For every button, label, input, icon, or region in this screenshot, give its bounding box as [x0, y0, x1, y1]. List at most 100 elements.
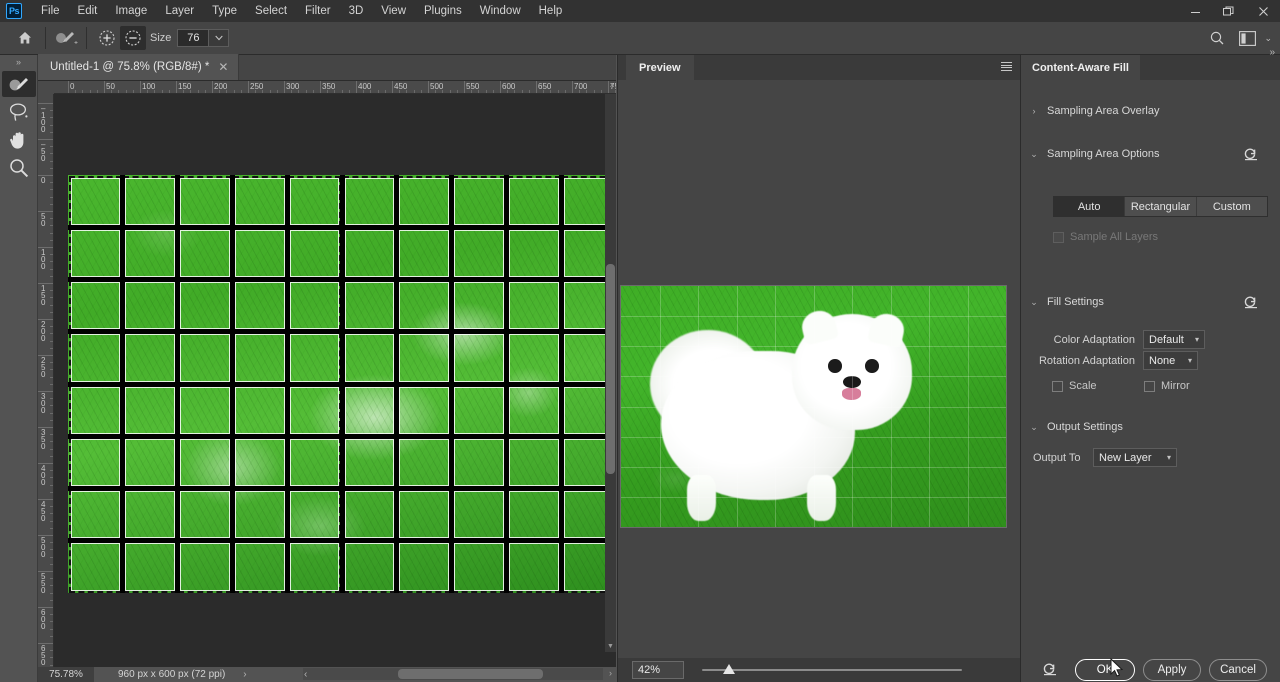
menu-filter[interactable]: Filter: [296, 0, 340, 22]
toolstrip-collapse-icon[interactable]: »: [0, 55, 37, 69]
sampling-brush-tool[interactable]: [2, 71, 36, 97]
brush-size-dropdown-icon[interactable]: [209, 29, 229, 47]
menu-plugins[interactable]: Plugins: [415, 0, 471, 22]
artboard[interactable]: [68, 175, 616, 593]
chevron-right-icon[interactable]: ›: [1021, 106, 1047, 116]
selection-cell: [454, 387, 504, 434]
status-collapse-icon[interactable]: ‹: [304, 669, 307, 680]
panel-menu-icon[interactable]: [1001, 62, 1012, 71]
workspace-icon[interactable]: [1234, 26, 1260, 50]
chevron-down-icon[interactable]: ⌄: [1021, 422, 1047, 433]
menu-window[interactable]: Window: [471, 0, 530, 22]
scale-row[interactable]: Scale: [1052, 380, 1097, 392]
chevron-down-icon[interactable]: ▾: [1195, 335, 1199, 344]
sample-all-layers-row[interactable]: Sample All Layers: [1053, 231, 1158, 243]
cancel-button[interactable]: Cancel: [1209, 659, 1267, 681]
ok-button[interactable]: OK: [1075, 659, 1135, 681]
output-to-select[interactable]: New Layer ▾: [1093, 448, 1177, 467]
scrollbar-thumb[interactable]: [398, 669, 543, 679]
slider-knob[interactable]: [723, 664, 735, 674]
caf-footer: OK Apply Cancel: [1021, 657, 1280, 682]
menu-type[interactable]: Type: [203, 0, 246, 22]
document-tab[interactable]: Untitled-1 @ 75.8% (RGB/8#) * ✕: [38, 54, 239, 80]
canvas-viewport[interactable]: [54, 94, 616, 667]
ruler-minor-tick: [50, 413, 53, 414]
tab-content-aware-fill[interactable]: Content-Aware Fill: [1021, 55, 1140, 80]
canvas-horizontal-scrollbar[interactable]: [303, 668, 603, 680]
selection-cell: [454, 491, 504, 538]
preview-image[interactable]: [620, 285, 1007, 528]
color-adaptation-select[interactable]: Default ▾: [1143, 330, 1205, 349]
ruler-minor-tick: [50, 153, 53, 154]
workspace-chevron-down-icon[interactable]: ⌄: [1264, 33, 1274, 44]
mirror-checkbox[interactable]: [1144, 381, 1155, 392]
brush-size-input[interactable]: 76: [177, 29, 209, 47]
reset-icon[interactable]: [1243, 295, 1259, 309]
ruler-minor-tick: [313, 90, 314, 93]
menu-3d[interactable]: 3D: [340, 0, 373, 22]
ruler-minor-tick: [190, 90, 191, 93]
chevron-down-icon[interactable]: ▾: [1188, 356, 1192, 365]
preview-zoom-input[interactable]: 42%: [632, 661, 684, 679]
selection-cell: [509, 334, 559, 381]
zoom-level-field[interactable]: 75.78%: [38, 667, 94, 682]
chevron-down-icon[interactable]: ▾: [1167, 453, 1171, 462]
ruler-minor-tick: [50, 593, 53, 594]
reset-icon[interactable]: [1039, 662, 1061, 678]
home-icon[interactable]: [12, 26, 38, 50]
ruler-minor-tick: [399, 90, 400, 93]
mode-auto-button[interactable]: Auto: [1054, 197, 1125, 216]
restore-button[interactable]: [1212, 0, 1246, 22]
tab-preview[interactable]: Preview: [626, 55, 694, 80]
rotation-adaptation-select[interactable]: None ▾: [1143, 351, 1198, 370]
selection-cell: [290, 282, 340, 329]
menu-view[interactable]: View: [372, 0, 415, 22]
status-expand-icon[interactable]: ›: [243, 669, 246, 680]
section-sampling-area-overlay[interactable]: › Sampling Area Overlay: [1021, 100, 1280, 122]
menu-edit[interactable]: Edit: [69, 0, 107, 22]
mirror-row[interactable]: Mirror: [1144, 380, 1190, 392]
scrollbar-thumb[interactable]: [606, 264, 615, 474]
selection-cell: [290, 543, 340, 590]
close-icon[interactable]: ✕: [218, 60, 228, 74]
apply-button[interactable]: Apply: [1143, 659, 1201, 681]
chevron-down-icon[interactable]: ⌄: [1021, 149, 1047, 160]
canvas-vertical-scrollbar[interactable]: ▼: [605, 94, 616, 652]
menu-select[interactable]: Select: [246, 0, 296, 22]
mode-custom-button[interactable]: Custom: [1197, 197, 1267, 216]
minimize-button[interactable]: [1178, 0, 1212, 22]
ruler-minor-tick: [50, 369, 53, 370]
selection-cell: [345, 334, 395, 381]
section-output-settings[interactable]: ⌄ Output Settings: [1021, 416, 1280, 438]
sample-all-layers-checkbox[interactable]: [1053, 232, 1064, 243]
reset-icon[interactable]: [1243, 147, 1259, 161]
scale-checkbox[interactable]: [1052, 381, 1063, 392]
preview-zoom-slider[interactable]: [702, 661, 962, 679]
scroll-right-icon[interactable]: ›: [609, 668, 612, 678]
search-icon[interactable]: [1204, 26, 1230, 50]
chevron-down-icon[interactable]: ▼: [605, 640, 616, 652]
zoom-tool[interactable]: [2, 155, 36, 181]
add-to-sampling-area-icon[interactable]: [94, 26, 120, 50]
panel-collapse-icon[interactable]: »: [1269, 47, 1275, 58]
chevron-down-icon[interactable]: ⌄: [1021, 297, 1047, 308]
mode-rectangular-button[interactable]: Rectangular: [1125, 197, 1196, 216]
close-button[interactable]: [1246, 0, 1280, 22]
menu-help[interactable]: Help: [530, 0, 572, 22]
lasso-tool[interactable]: [2, 99, 36, 125]
ruler-tick-label: 600: [41, 609, 50, 630]
selection-cell: [345, 439, 395, 486]
slider-track[interactable]: [702, 669, 962, 671]
brush-preset-icon[interactable]: [53, 26, 79, 50]
menu-layer[interactable]: Layer: [156, 0, 203, 22]
ruler-minor-tick: [435, 90, 436, 93]
section-sampling-area-options[interactable]: ⌄ Sampling Area Options: [1021, 143, 1280, 165]
subtract-from-sampling-area-icon[interactable]: [120, 26, 146, 50]
section-fill-settings[interactable]: ⌄ Fill Settings: [1021, 291, 1280, 313]
hand-tool[interactable]: [2, 127, 36, 153]
ruler-minor-tick: [50, 305, 53, 306]
ruler-minor-tick: [50, 470, 53, 471]
menu-image[interactable]: Image: [106, 0, 156, 22]
ruler-minor-tick: [327, 90, 328, 93]
menu-file[interactable]: File: [32, 0, 69, 22]
